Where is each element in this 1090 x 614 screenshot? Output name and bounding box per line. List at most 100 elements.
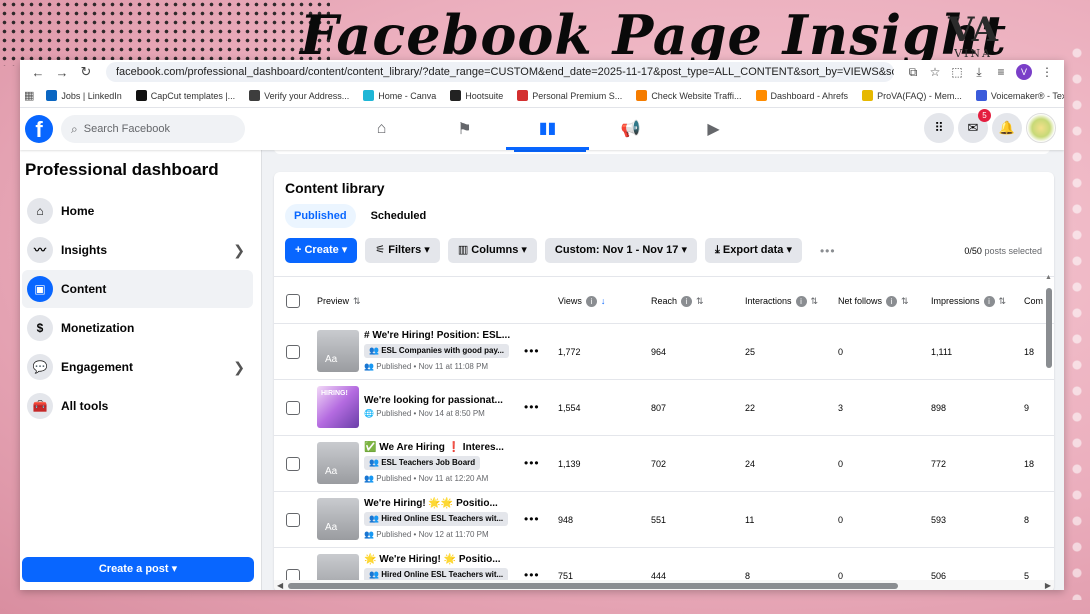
post-title[interactable]: 🌟 We're Hiring! 🌟 Positio... xyxy=(364,554,501,565)
info-icon[interactable]: i xyxy=(886,296,898,308)
post-title[interactable]: ✅ We Are Hiring ❗ Interes... xyxy=(364,442,504,453)
select-all-checkbox[interactable] xyxy=(286,294,300,308)
create-post-button[interactable]: Create a post ▾ xyxy=(22,557,254,582)
table-row[interactable]: Aa ✅ We Are Hiring ❗ Interes... 👥 ESL Te… xyxy=(274,436,1054,492)
bookmark-item[interactable]: Jobs | LinkedIn xyxy=(46,90,122,101)
bookmark-item[interactable]: CapCut templates |... xyxy=(135,90,235,101)
url-field[interactable]: facebook.com/professional_dashboard/cont… xyxy=(106,62,894,82)
star-icon[interactable]: ☆ xyxy=(924,65,946,79)
sidebar-item-home[interactable]: ⌂ Home xyxy=(22,192,253,230)
bookmark-favicon-icon xyxy=(249,90,261,101)
nav-pages-flag-icon[interactable]: ⚑ xyxy=(423,108,506,150)
col-interactions[interactable]: Interactions i ⇅ xyxy=(745,277,818,325)
bookmark-item[interactable]: Voicemaker® - Text... xyxy=(975,90,1064,101)
extensions-icon[interactable]: ⬚ xyxy=(946,65,968,79)
browser-profile-avatar[interactable]: V xyxy=(1016,64,1032,80)
bookmark-item[interactable]: Check Website Traffi... xyxy=(636,90,742,101)
bookmark-item[interactable]: Hootsuite xyxy=(450,90,503,101)
forward-icon[interactable]: → xyxy=(50,65,74,80)
bookmark-item[interactable]: Personal Premium S... xyxy=(517,90,622,101)
row-more-icon[interactable]: ••• xyxy=(524,400,540,414)
back-icon[interactable]: ← xyxy=(26,65,50,80)
filters-button[interactable]: ⚟ Filters ▾ xyxy=(365,238,440,263)
col-comments[interactable]: Com xyxy=(1024,277,1043,325)
apps-grid-icon[interactable]: ▦ xyxy=(24,89,34,102)
page-profile-avatar[interactable] xyxy=(1026,113,1056,143)
scroll-right-icon[interactable]: ▶ xyxy=(1045,580,1051,590)
scrollbar-thumb[interactable] xyxy=(1046,288,1052,368)
menu-kebab-icon[interactable]: ⋮ xyxy=(1036,65,1058,79)
row-more-icon[interactable]: ••• xyxy=(524,344,540,358)
col-net-follows[interactable]: Net follows i ⇅ xyxy=(838,277,909,325)
sidebar-item-insights[interactable]: 〰 Insights ❯ xyxy=(22,231,253,269)
col-label: Reach xyxy=(651,296,678,306)
sidebar-item-content[interactable]: ▣ Content xyxy=(22,270,253,308)
post-title[interactable]: # We're Hiring! Position: ESL... xyxy=(364,330,510,341)
post-title[interactable]: We're looking for passionat... xyxy=(364,395,503,406)
table-row[interactable]: Aa We're Hiring! 🌟🌟 Positio... 👥 Hired O… xyxy=(274,492,1054,548)
columns-button[interactable]: ▥ Columns ▾ xyxy=(447,238,537,263)
cell-comments: 9 xyxy=(1024,403,1030,413)
scroll-left-icon[interactable]: ◀ xyxy=(277,580,283,590)
sidebar-item-all-tools[interactable]: 🧰 All tools xyxy=(22,387,253,425)
export-data-button[interactable]: ⤓ Export data ▾ xyxy=(704,238,802,263)
row-checkbox[interactable] xyxy=(286,401,300,415)
cell-reach: 551 xyxy=(651,515,667,525)
sidebar-item-monetization[interactable]: $ Monetization xyxy=(22,309,253,347)
info-icon[interactable]: i xyxy=(983,296,995,308)
col-views[interactable]: Views i ↓ xyxy=(558,277,605,325)
tab-published[interactable]: Published xyxy=(285,204,356,228)
nav-home-icon[interactable]: ⌂ xyxy=(340,108,423,150)
bookmark-item[interactable]: Dashboard - Ahrefs xyxy=(755,90,848,101)
table-row[interactable]: Aa # We're Hiring! Position: ESL... 👥 ES… xyxy=(274,324,1054,380)
col-impressions[interactable]: Impressions i ⇅ xyxy=(931,277,1006,325)
row-more-icon[interactable]: ••• xyxy=(524,512,540,526)
table-row[interactable]: HIRING! We're looking for passionat... 🌐… xyxy=(274,380,1054,436)
bookmark-favicon-icon xyxy=(517,90,529,101)
scrollbar-thumb[interactable] xyxy=(288,583,898,589)
banner-title: Facebook Page Insight xyxy=(300,3,1008,67)
more-options-icon[interactable]: ••• xyxy=(820,244,836,258)
bookmark-item[interactable]: Home - Canva xyxy=(363,90,436,101)
row-checkbox[interactable] xyxy=(286,513,300,527)
messenger-icon[interactable]: ✉ 5 xyxy=(958,109,991,143)
info-icon[interactable]: i xyxy=(795,296,807,308)
reload-icon[interactable]: ↻ xyxy=(74,64,98,80)
thumb-text: Aa xyxy=(325,522,338,533)
post-thumbnail-image[interactable]: HIRING! xyxy=(317,386,359,428)
post-thumbnail[interactable]: Aa xyxy=(317,330,359,372)
col-preview[interactable]: Preview ⇅ xyxy=(317,277,361,325)
vertical-scrollbar[interactable]: ▲ ▼ xyxy=(1045,274,1052,590)
nav-dashboard-chart-icon[interactable]: ▮▮ xyxy=(506,108,589,150)
playlist-icon[interactable]: ≡ xyxy=(990,65,1012,79)
post-thumbnail[interactable]: Aa xyxy=(317,442,359,484)
post-thumbnail[interactable]: Aa xyxy=(317,498,359,540)
facebook-logo-icon[interactable]: f xyxy=(25,115,53,143)
tab-scheduled[interactable]: Scheduled xyxy=(362,204,436,228)
scroll-up-icon[interactable]: ▲ xyxy=(1045,274,1052,281)
search-box[interactable]: ⌕ Search Facebook xyxy=(61,115,245,143)
notifications-bell-icon[interactable]: 🔔 xyxy=(992,113,1022,143)
post-title[interactable]: We're Hiring! 🌟🌟 Positio... xyxy=(364,498,498,509)
row-checkbox[interactable] xyxy=(286,345,300,359)
info-icon[interactable]: i xyxy=(585,296,597,308)
nav-ads-megaphone-icon[interactable]: 📢 xyxy=(589,108,672,150)
sidebar-item-label: Engagement xyxy=(61,360,134,374)
horizontal-scrollbar[interactable]: ◀ ▶ xyxy=(274,580,1054,590)
download-icon: ⤓ xyxy=(714,244,723,256)
nav-video-icon[interactable]: ▶ xyxy=(672,108,755,150)
info-icon[interactable]: i xyxy=(681,296,693,308)
row-more-icon[interactable]: ••• xyxy=(524,456,540,470)
row-checkbox[interactable] xyxy=(286,457,300,471)
create-button[interactable]: + Create ▾ xyxy=(285,238,358,263)
cast-icon[interactable]: ⧉ xyxy=(902,65,924,80)
download-icon[interactable]: ⤓ xyxy=(968,65,990,80)
filters-label: Filters xyxy=(388,244,422,256)
col-reach[interactable]: Reach i ⇅ xyxy=(651,277,704,325)
bookmark-item[interactable]: ProVA(FAQ) - Mem... xyxy=(862,90,962,101)
bookmark-item[interactable]: Verify your Address... xyxy=(249,90,349,101)
menu-grid-icon[interactable]: ⠿ xyxy=(924,113,954,143)
date-range-button[interactable]: Custom: Nov 1 - Nov 17 ▾ xyxy=(544,238,697,263)
search-input[interactable]: Search Facebook xyxy=(84,123,170,135)
sidebar-item-engagement[interactable]: 💬 Engagement ❯ xyxy=(22,348,253,386)
